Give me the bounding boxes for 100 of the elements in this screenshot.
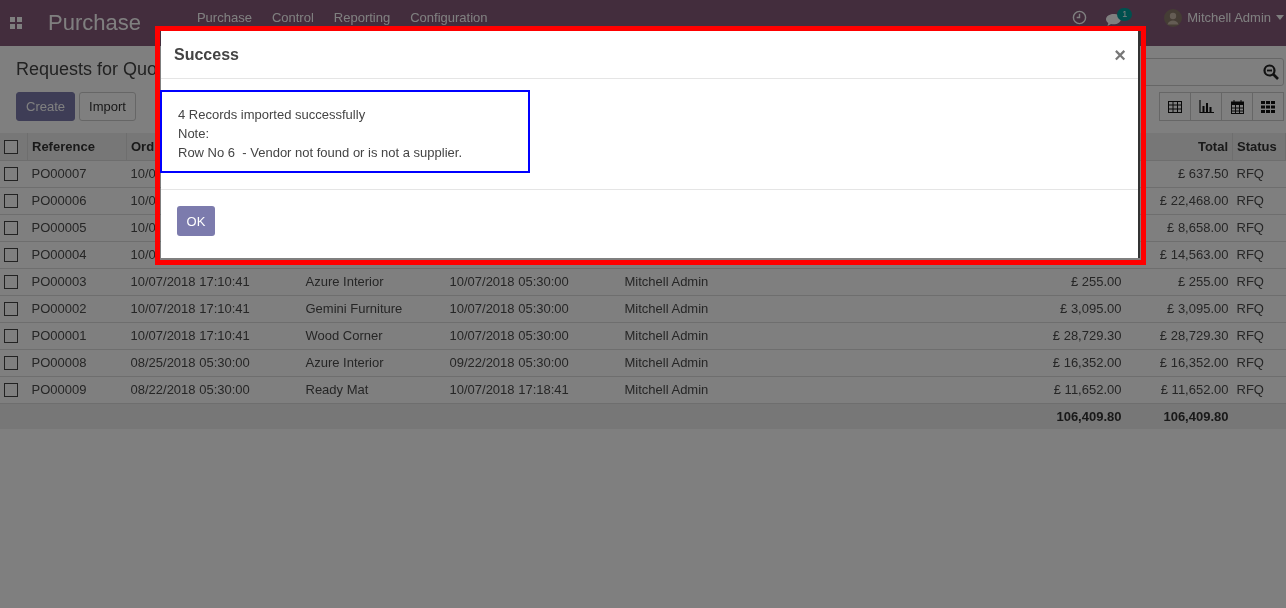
table-cell: RFQ [1236,274,1264,289]
row-checkbox[interactable] [4,356,18,371]
table-cell: PO00008 [31,355,87,370]
caret-icon [1276,15,1284,20]
table-cell: Wood Corner [305,328,383,343]
calendar-icon [1230,99,1244,114]
table-cell: £ 8,658.00 [1167,220,1229,235]
table-cell: RFQ [1236,220,1264,235]
table-cell: 09/22/2018 05:30:00 [449,355,569,370]
menu-item[interactable]: Configuration [410,11,488,25]
table-cell: PO00004 [31,247,87,262]
table-cell: 08/22/2018 05:30:00 [130,382,250,397]
table-cell: £ 28,729.30 [1052,328,1122,343]
row-checkbox[interactable] [4,194,18,209]
row-checkbox[interactable] [4,329,18,344]
message-text: Note: [178,125,211,143]
table-cell: 10/07/2018 17:10:41 [130,328,250,343]
column-header[interactable]: Status [1237,138,1277,154]
column-header[interactable]: Ord [131,138,155,154]
row-checkbox[interactable] [4,302,18,317]
page-title: Requests for Quo [16,58,158,81]
table-cell: 10/07/2018 17:18:41 [449,382,569,397]
table-cell: 10/0 [130,193,156,208]
table-cell: £ 11,652.00 [1160,382,1229,397]
table-cell: £ 16,352.00 [1052,355,1122,370]
table-cell: RFQ [1236,382,1264,397]
table-icon [1168,100,1182,113]
table-cell: RFQ [1236,301,1264,316]
table-cell: 10/07/2018 17:10:41 [130,274,250,289]
table-cell: RFQ [1236,193,1264,208]
table-cell: PO00009 [31,382,87,397]
row-checkbox[interactable] [4,221,18,236]
table-cell: £ 255.00 [1177,274,1229,289]
create-button[interactable]: Create [16,92,76,121]
column-header[interactable]: Total [1197,138,1228,154]
clock-icon[interactable] [1072,10,1088,25]
total-amount: 106,409.80 [1163,408,1229,424]
table-cell: £ 3,095.00 [1167,301,1229,316]
message-count-badge: 1 [1117,8,1133,21]
table-cell: Gemini Furniture [305,301,403,316]
menu-item[interactable]: Purchase [196,11,252,25]
table-cell: Azure Interior [305,355,384,370]
table-cell: £ 22,468.00 [1159,193,1229,208]
table-cell: 10/07/2018 17:10:41 [130,301,250,316]
table-cell: 10/07/2018 05:30:00 [449,274,569,289]
row-checkbox[interactable] [4,167,18,182]
menu-item[interactable]: Reporting [333,11,391,25]
message-text: Row No 6 - Vendor not found or is not a supplier. [178,144,463,162]
table-cell: RFQ [1236,166,1264,181]
table-cell: £ 11,652.00 [1053,382,1122,397]
table-cell: Mitchell Admin [624,382,709,397]
pivot-view-button[interactable] [1159,92,1191,121]
table-cell: PO00002 [31,301,87,316]
select-all-checkbox[interactable] [4,140,18,155]
dialog-title: Success [174,45,239,64]
close-button[interactable]: × [1114,44,1126,65]
messages-button[interactable]: 1 [1105,8,1133,27]
bar-chart-icon [1198,100,1214,113]
table-cell: Mitchell Admin [624,328,709,343]
user-menu[interactable]: Mitchell Admin [1164,8,1284,27]
table-cell: RFQ [1236,328,1264,343]
table-cell: PO00006 [31,193,87,208]
table-cell: 10/07/2018 05:30:00 [449,328,569,343]
grid-icon [1261,100,1275,113]
table-cell: PO00007 [31,166,87,181]
table-cell: £ 16,352.00 [1159,355,1229,370]
app-name: Purchase [48,10,141,36]
ok-button[interactable]: OK [177,206,215,236]
kanban-view-button[interactable] [1252,92,1284,121]
import-button[interactable]: Import [79,92,136,121]
table-cell: 08/25/2018 05:30:00 [130,355,250,370]
table-cell: Azure Interior [305,274,384,289]
table-cell: Mitchell Admin [624,274,709,289]
row-checkbox[interactable] [4,383,18,398]
search-icon[interactable] [1263,64,1279,80]
menu-item[interactable]: Control [271,11,314,25]
table-cell: PO00001 [31,328,87,343]
table-cell: £ 637.50 [1177,166,1229,181]
table-cell: 10/0 [130,166,156,181]
column-header[interactable]: Reference [32,138,95,154]
graph-view-button[interactable] [1190,92,1222,121]
table-cell: £ 3,095.00 [1060,301,1122,316]
apps-grid-icon[interactable] [10,17,22,29]
table-cell: Mitchell Admin [624,301,709,316]
calendar-view-button[interactable] [1221,92,1253,121]
table-cell: RFQ [1236,355,1264,370]
table-cell: Mitchell Admin [624,355,709,370]
row-checkbox[interactable] [4,275,18,290]
table-cell: 10/0 [130,247,156,262]
table-cell: PO00005 [31,220,87,235]
row-checkbox[interactable] [4,248,18,263]
table-cell: PO00003 [31,274,87,289]
avatar-icon [1164,8,1183,27]
table-cell: 10/07/2018 05:30:00 [449,301,569,316]
table-cell: £ 255.00 [1070,274,1122,289]
table-cell: £ 14,563.00 [1159,247,1229,262]
table-cell: Ready Mat [305,382,369,397]
table-cell: 10/0 [130,220,156,235]
message-text: 4 Records imported successfully [178,106,367,124]
table-cell: £ 28,729.30 [1159,328,1229,343]
